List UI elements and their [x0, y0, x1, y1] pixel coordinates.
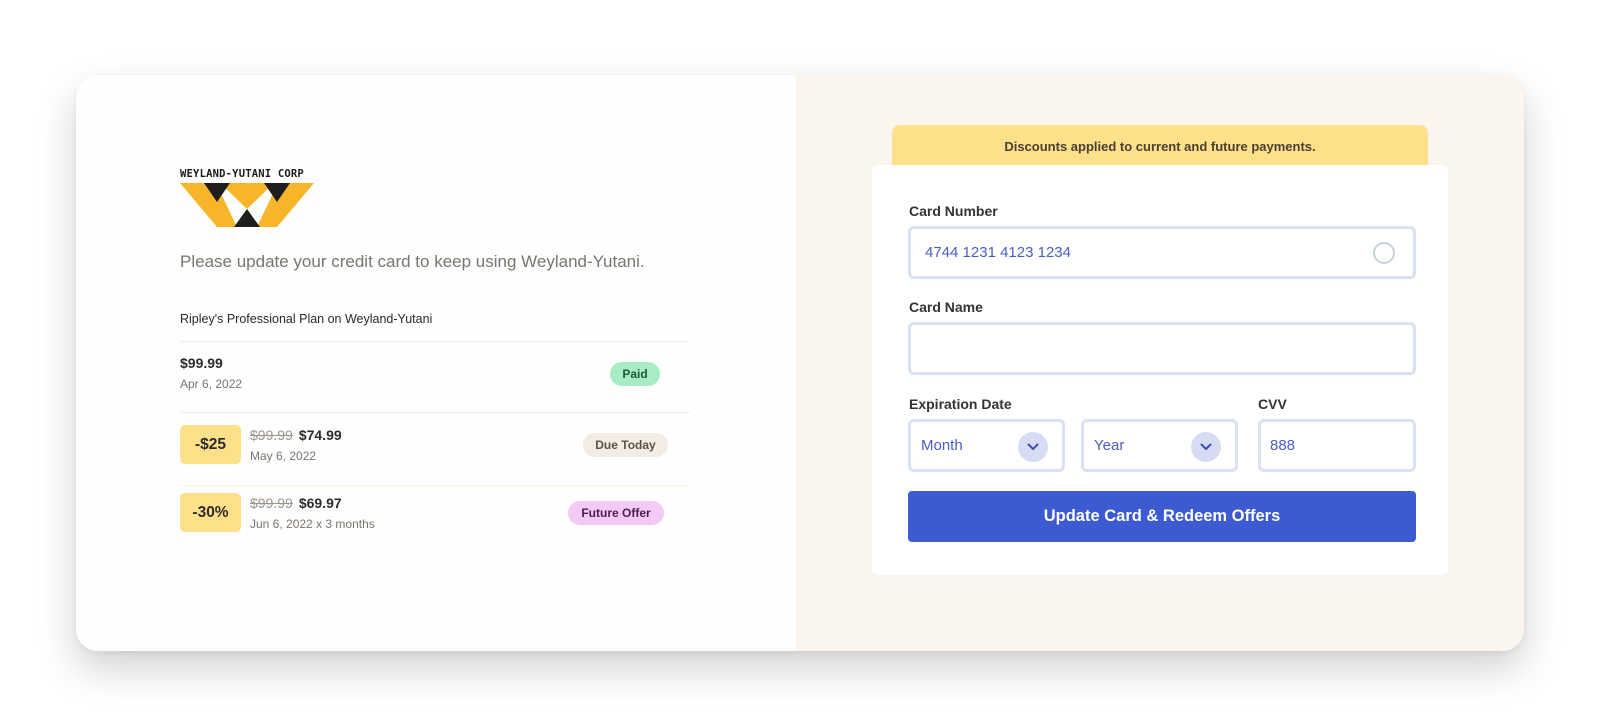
payment-date: May 6, 2022: [250, 449, 317, 463]
chevron-down-icon[interactable]: [1018, 432, 1048, 462]
card-number-label: Card Number: [909, 203, 998, 219]
update-card-button[interactable]: Update Card & Redeem Offers: [908, 491, 1416, 542]
payment-price: $69.97: [298, 495, 342, 511]
divider: [180, 485, 690, 486]
original-price: $99.99: [250, 427, 293, 443]
original-price: $99.99: [250, 495, 293, 511]
status-badge: Due Today: [583, 433, 668, 457]
chevron-down-icon[interactable]: [1191, 432, 1221, 462]
payment-price-group: $99.99 $69.97: [250, 495, 375, 511]
payment-row: -30% $99.99 $69.97 Jun 6, 2022 x 3 months…: [180, 493, 690, 543]
card-name-label: Card Name: [909, 299, 983, 315]
payment-price-group: $99.99 $74.99: [250, 427, 342, 443]
cvv-field[interactable]: [1258, 419, 1416, 472]
year-select[interactable]: Year: [1081, 419, 1238, 472]
payment-form-panel: Discounts applied to current and future …: [796, 75, 1524, 651]
intro-text: Please update your credit card to keep u…: [180, 252, 645, 271]
cvv-input[interactable]: [1270, 437, 1399, 454]
status-badge: Future Offer: [568, 501, 664, 525]
update-card-dialog: WEYLAND-YUTANI CORP Please update your c…: [76, 75, 1524, 651]
company-logo: WEYLAND-YUTANI CORP: [180, 168, 316, 228]
expiration-date-label: Expiration Date: [909, 396, 1012, 412]
payment-date: Jun 6, 2022 x 3 months: [250, 517, 375, 531]
payment-row: -$25 $99.99 $74.99 May 6, 2022 Due Today: [180, 425, 690, 475]
cvv-label: CVV: [1258, 396, 1287, 412]
month-select-value: Month: [921, 437, 963, 454]
discount-banner: Discounts applied to current and future …: [892, 125, 1428, 167]
status-badge: Paid: [610, 362, 660, 386]
card-form: Card Number Card Name Expiration Date Mo…: [872, 165, 1448, 575]
card-number-field[interactable]: [908, 226, 1416, 279]
logo-mark-icon: [180, 183, 314, 227]
divider: [180, 412, 690, 413]
discount-badge: -30%: [180, 493, 241, 532]
card-number-input[interactable]: [925, 244, 1399, 261]
year-select-value: Year: [1094, 437, 1125, 454]
card-type-radio-icon[interactable]: [1373, 242, 1395, 264]
payment-row: $99.99 Apr 6, 2022 Paid: [180, 355, 690, 405]
discount-badge: -$25: [180, 425, 241, 464]
summary-panel: WEYLAND-YUTANI CORP Please update your c…: [76, 75, 796, 651]
logo-text: WEYLAND-YUTANI CORP: [180, 168, 304, 180]
card-name-field[interactable]: [908, 322, 1416, 375]
month-select[interactable]: Month: [908, 419, 1065, 472]
divider: [180, 341, 690, 342]
plan-title: Ripley's Professional Plan on Weyland-Yu…: [180, 312, 433, 326]
card-name-input[interactable]: [925, 340, 1399, 357]
payment-price: $74.99: [298, 427, 342, 443]
